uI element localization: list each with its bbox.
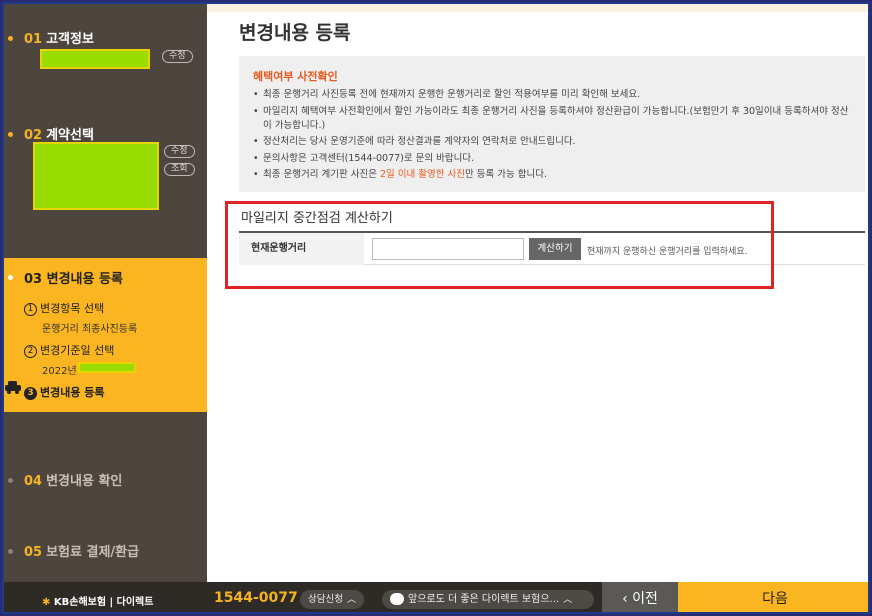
notice-item: 문의사항은 고객센터(1544-0077)로 문의 바랍니다. bbox=[253, 152, 853, 166]
main-content: 변경내용 등록 혜택여부 사전확인 최종 운행거리 사진등록 전에 현재까지 운… bbox=[207, 4, 868, 582]
kb-logo: ✱ KB손해보험 | 다이렉트 bbox=[42, 597, 154, 608]
chat-button[interactable]: 앞으로도 더 좋은 다이렉트 보험으... ︿ bbox=[382, 590, 594, 609]
car-icon bbox=[5, 381, 21, 394]
edit-contract-button[interactable]: 수정 bbox=[164, 145, 195, 158]
masked-contract-info bbox=[33, 142, 159, 210]
step-dot bbox=[8, 478, 13, 483]
footer-bar: ✱ KB손해보험 | 다이렉트 1544-0077 상담신청 ︿ 앞으로도 더 좋… bbox=[4, 582, 868, 612]
step-dot bbox=[8, 549, 13, 554]
notice-item: 최종 운행거리 사진등록 전에 현재까지 운행한 운행거리로 할인 적용여부를 … bbox=[253, 88, 853, 102]
substep-2[interactable]: 2 변경기준일 선택 bbox=[24, 342, 114, 358]
step-4-heading: 04 변경내용 확인 bbox=[24, 474, 123, 489]
star-icon: ✱ bbox=[42, 597, 51, 608]
step-3-heading[interactable]: 03 변경내용 등록 bbox=[24, 268, 123, 287]
notice-highlight: 2일 이내 촬영한 사진 bbox=[379, 169, 465, 180]
prev-button[interactable]: ‹ 이전 bbox=[602, 582, 678, 612]
step-dot bbox=[8, 36, 13, 41]
consult-button[interactable]: 상담신청 ︿ bbox=[300, 590, 364, 609]
top-edge bbox=[207, 4, 868, 12]
step-dot bbox=[8, 132, 13, 137]
chevron-left-icon: ‹ bbox=[622, 591, 633, 607]
step-1-heading[interactable]: 01 고객정보 bbox=[24, 28, 94, 47]
step-dot bbox=[8, 275, 13, 280]
substep-1-detail: 운행거리 최종사진등록 bbox=[42, 324, 138, 335]
masked-date bbox=[78, 362, 136, 373]
notice-title: 혜택여부 사전확인 bbox=[253, 70, 338, 83]
notice-item: 마일리지 혜택여부 사전확인에서 할인 가능이라도 최종 운행거리 사진을 등록… bbox=[253, 105, 853, 133]
step-2-heading[interactable]: 02 계약선택 bbox=[24, 124, 94, 143]
app-frame: 01 고객정보 수정 02 계약선택 수정 조회 03 변경내용 등록 1 변경항목 … bbox=[2, 2, 870, 614]
substep-2-detail: 2022년 bbox=[42, 366, 77, 377]
next-button[interactable]: 다음 bbox=[678, 582, 868, 612]
chevron-up-icon: ︿ bbox=[346, 595, 356, 605]
substep-3[interactable]: 3 변경내용 등록 bbox=[24, 384, 105, 400]
step-sidebar: 01 고객정보 수정 02 계약선택 수정 조회 03 변경내용 등록 1 변경항목 … bbox=[4, 4, 207, 582]
notice-item: 정산처리는 당사 운영기준에 따라 정산결과를 계약자의 연락처로 안내드립니다… bbox=[253, 135, 853, 149]
chevron-up-icon: ︿ bbox=[563, 595, 573, 605]
notice-box: 혜택여부 사전확인 최종 운행거리 사진등록 전에 현재까지 운행한 운행거리로… bbox=[239, 56, 865, 192]
notice-item: 최종 운행거리 계기판 사진은 2일 이내 촬영한 사진만 등록 가능 합니다. bbox=[253, 168, 853, 182]
substep-1[interactable]: 1 변경항목 선택 bbox=[24, 300, 104, 316]
chat-bubble-icon bbox=[390, 593, 404, 605]
notice-list: 최종 운행거리 사진등록 전에 현재까지 운행한 운행거리로 할인 적용여부를 … bbox=[253, 88, 853, 185]
step-5-heading: 05 보험료 결제/환급 bbox=[24, 545, 140, 560]
masked-customer-info bbox=[40, 49, 150, 69]
edit-customer-button[interactable]: 수정 bbox=[162, 50, 193, 63]
page-title: 변경내용 등록 bbox=[239, 22, 351, 44]
step-3-panel: 03 변경내용 등록 1 변경항목 선택 운행거리 최종사진등록 2 변경기준일 선… bbox=[4, 258, 207, 412]
footer-phone[interactable]: 1544-0077 bbox=[214, 590, 298, 606]
view-contract-button[interactable]: 조회 bbox=[164, 163, 195, 176]
annotation-highlight-box bbox=[225, 201, 774, 289]
